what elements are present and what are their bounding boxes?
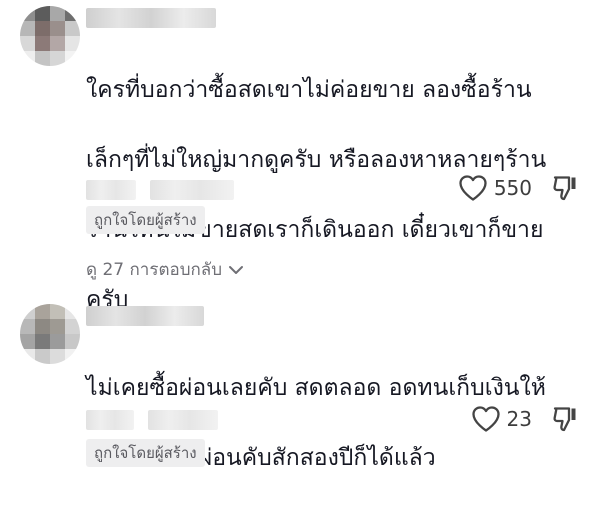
creator-liked-badge: ถูกใจโดยผู้สร้าง [86, 206, 205, 234]
like-count: 23 [506, 407, 532, 431]
chevron-down-icon [229, 265, 243, 274]
thumbs-down-icon[interactable] [552, 405, 578, 433]
view-replies-button[interactable]: ดู 27 การตอบกลับ [86, 256, 244, 283]
comment-text-line: เล็กๆที่ไม่ใหญ่มากดูครับ หรือลองหาหลายๆร… [86, 147, 547, 173]
username-redacted[interactable] [86, 8, 216, 28]
view-replies-label: ดู 27 การตอบกลับ [86, 260, 222, 280]
comment-actions: 550 [458, 174, 578, 202]
heart-icon[interactable] [458, 174, 488, 202]
avatar[interactable] [20, 304, 80, 364]
username-redacted[interactable] [86, 306, 204, 326]
timestamp-redacted [86, 410, 134, 430]
thumbs-down-icon[interactable] [552, 174, 578, 202]
comment-2: ไม่เคยซื้อผ่อนเลยคับ สดตลอด อดทนเก็บเงิน… [0, 296, 600, 476]
reply-redacted[interactable] [148, 410, 218, 430]
comment-1: ใครที่บอกว่าซื้อสดเขาไม่ค่อยขาย ลองซื้อร… [0, 0, 600, 313]
comment-actions: 23 [471, 405, 578, 433]
reply-redacted[interactable] [150, 180, 234, 200]
heart-icon[interactable] [471, 405, 501, 433]
avatar[interactable] [20, 6, 80, 66]
creator-liked-badge: ถูกใจโดยผู้สร้าง [86, 439, 205, 467]
like-count: 550 [493, 176, 532, 200]
comment-text-line: ใครที่บอกว่าซื้อสดเขาไม่ค่อยขาย ลองซื้อร… [86, 77, 532, 103]
timestamp-redacted [86, 180, 136, 200]
comment-text-line: ไม่เคยซื้อผ่อนเลยคับ สดตลอด อดทนเก็บเงิน… [86, 375, 546, 401]
